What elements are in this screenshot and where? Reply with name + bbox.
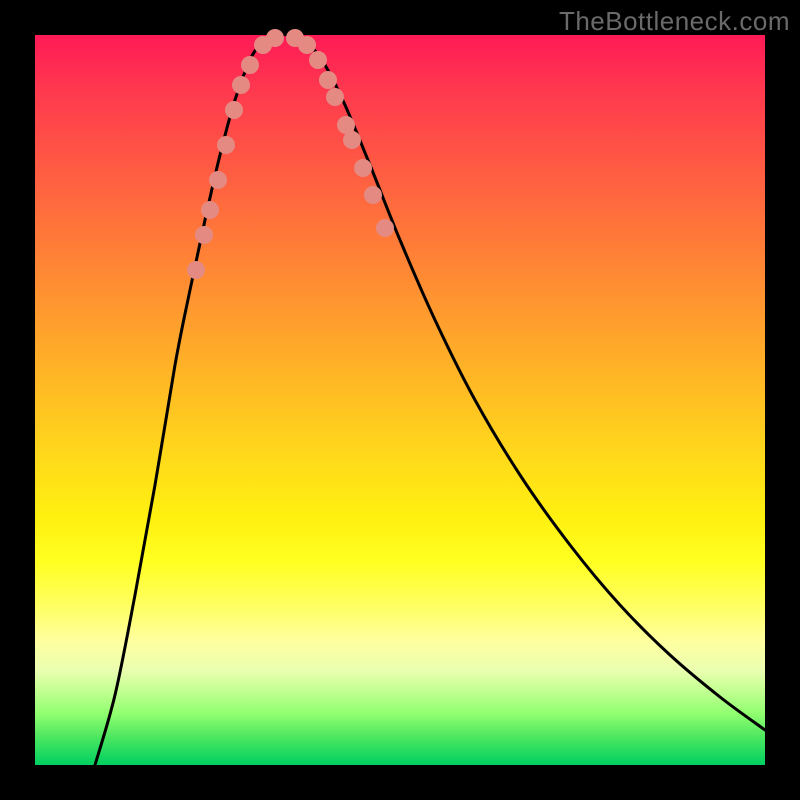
marker-dot bbox=[376, 219, 394, 237]
bottleneck-curve bbox=[95, 35, 765, 765]
marker-dot bbox=[298, 36, 316, 54]
marker-dot bbox=[187, 261, 205, 279]
marker-dot bbox=[309, 51, 327, 69]
marker-dot bbox=[225, 101, 243, 119]
marker-dot bbox=[241, 56, 259, 74]
marker-group bbox=[187, 29, 394, 279]
marker-dot bbox=[266, 29, 284, 47]
marker-dot bbox=[319, 71, 337, 89]
marker-dot bbox=[326, 88, 344, 106]
chart-svg bbox=[35, 35, 765, 765]
marker-dot bbox=[195, 226, 213, 244]
chart-frame: TheBottleneck.com bbox=[0, 0, 800, 800]
marker-dot bbox=[364, 186, 382, 204]
marker-dot bbox=[201, 201, 219, 219]
marker-dot bbox=[232, 76, 250, 94]
marker-dot bbox=[209, 171, 227, 189]
marker-dot bbox=[343, 131, 361, 149]
plot-area bbox=[35, 35, 765, 765]
marker-dot bbox=[354, 159, 372, 177]
marker-dot bbox=[217, 136, 235, 154]
watermark-label: TheBottleneck.com bbox=[559, 6, 790, 37]
